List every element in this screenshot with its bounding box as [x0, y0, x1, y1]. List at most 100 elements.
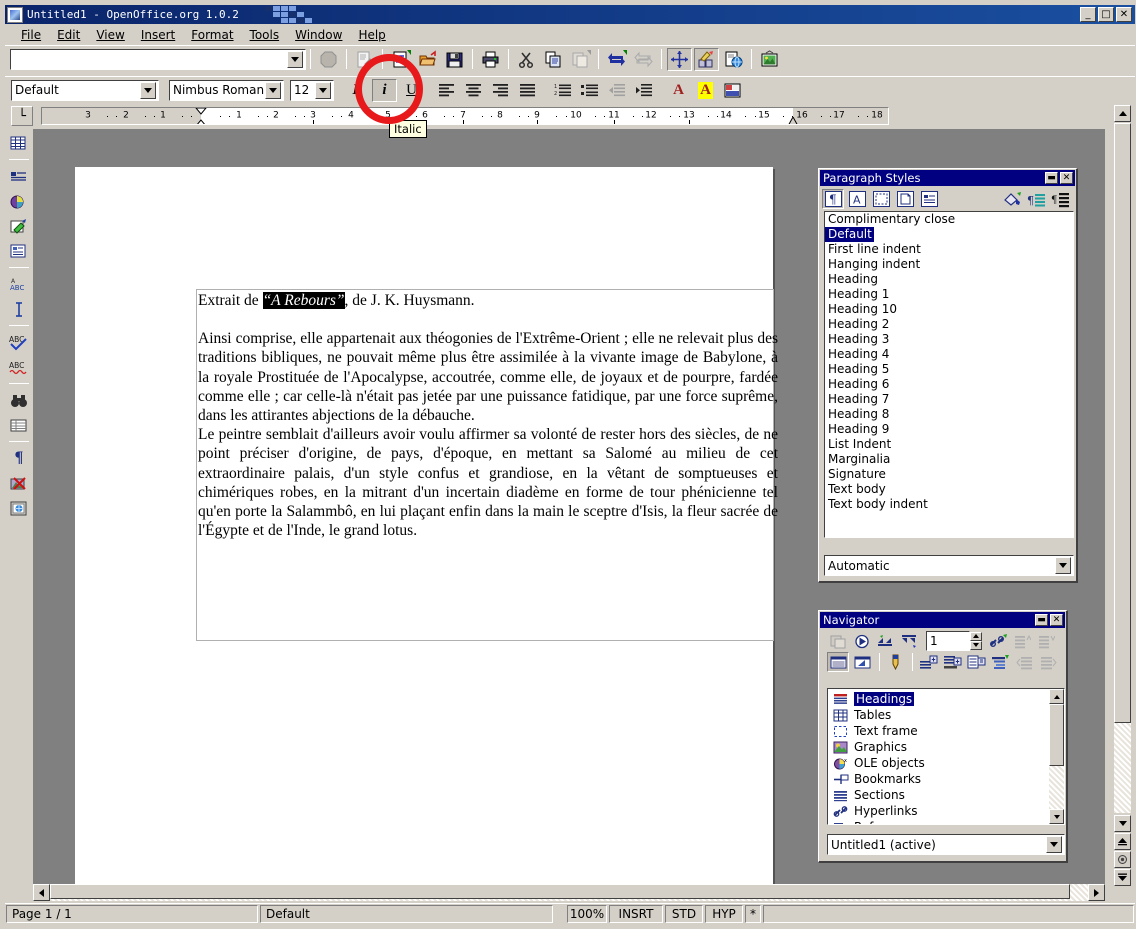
indent-marker-right[interactable]: [787, 117, 799, 125]
page-number-field[interactable]: 1: [926, 631, 970, 651]
stylist-filter-combobox[interactable]: Automatic: [824, 555, 1074, 576]
next-page-button[interactable]: [1114, 869, 1131, 886]
stylist-filter-value[interactable]: Automatic: [828, 559, 1055, 573]
vertical-scroll-thumb[interactable]: [1114, 123, 1131, 723]
online-layout-button[interactable]: [7, 496, 32, 520]
stylist-toggle-button[interactable]: [694, 47, 719, 71]
document-page[interactable]: Extrait de “A Rebours”, de J. K. Huysman…: [75, 167, 778, 884]
navigator-content-list[interactable]: Headings Tables Text frame Graphics x OLE obj…: [827, 688, 1065, 825]
navigator-list-scrollbar[interactable]: [1049, 689, 1064, 824]
stylist-list-item[interactable]: Heading 4: [825, 347, 1073, 362]
promote-chapter-button[interactable]: [1011, 631, 1033, 651]
frame-styles-button[interactable]: [870, 189, 892, 209]
paragraph-style-combobox[interactable]: Default: [11, 79, 159, 101]
stylist-list-item[interactable]: Marginalia: [825, 452, 1073, 467]
redo-button[interactable]: [631, 48, 656, 71]
decrease-indent-button[interactable]: [604, 79, 629, 102]
print-file-button[interactable]: [478, 48, 503, 71]
page-styles-button[interactable]: [894, 189, 916, 209]
document-text[interactable]: Extrait de “A Rebours”, de J. K. Huysman…: [198, 291, 778, 540]
horizontal-scrollbar[interactable]: [33, 884, 1105, 901]
background-color-button[interactable]: [720, 79, 745, 102]
stylist-list-item[interactable]: Heading 9: [825, 422, 1073, 437]
menu-edit[interactable]: Edit: [49, 26, 88, 44]
autospellcheck-button[interactable]: ABC: [7, 355, 32, 379]
navigator-list-scroll-thumb[interactable]: [1049, 704, 1064, 766]
navigator-toggle-button[interactable]: [667, 47, 692, 71]
stylist-list-item[interactable]: Text body: [825, 482, 1073, 497]
hyperlink-bar-button[interactable]: [721, 48, 746, 71]
stylist-list-item[interactable]: Complimentary close: [825, 212, 1073, 227]
navigator-panel[interactable]: Navigator ▬ ✕ 1 Headings Tables Text fra…: [818, 610, 1068, 863]
stylist-title-bar[interactable]: Paragraph Styles ▬ ✕: [820, 170, 1075, 186]
navigator-list-item[interactable]: Text frame: [828, 723, 1048, 739]
navigator-list-item[interactable]: Bookmarks: [828, 771, 1048, 787]
status-selection-mode[interactable]: STD: [665, 905, 703, 923]
spellcheck-button[interactable]: ABC: [7, 330, 32, 354]
nonprinting-characters-button[interactable]: ¶: [7, 446, 32, 470]
stylist-list-item[interactable]: Heading 8: [825, 407, 1073, 422]
stylist-list-item[interactable]: List Indent: [825, 437, 1073, 452]
stylist-list-item[interactable]: Heading: [825, 272, 1073, 287]
undo-button[interactable]: [604, 48, 629, 71]
previous-page-button[interactable]: [1114, 833, 1131, 850]
font-size-dropdown-arrow[interactable]: [315, 81, 331, 99]
navigator-document-value[interactable]: Untitled1 (active): [831, 838, 1046, 852]
menu-view[interactable]: View: [88, 26, 132, 44]
heading-levels-shown-button[interactable]: [941, 652, 963, 672]
menu-file[interactable]: File: [13, 26, 49, 44]
page-number-down-button[interactable]: [970, 640, 982, 650]
insert-table-button[interactable]: [7, 131, 32, 155]
stylist-list[interactable]: Complimentary close Default First line ind…: [824, 211, 1074, 538]
minimize-button[interactable]: _: [1080, 7, 1096, 22]
edit-file-button[interactable]: [352, 48, 377, 71]
navigator-list-scroll-up[interactable]: [1049, 689, 1064, 704]
new-document-button[interactable]: [388, 48, 413, 71]
next-object-button[interactable]: [899, 631, 921, 651]
stylist-minimize-button[interactable]: ▬: [1045, 172, 1058, 184]
navigator-list-item[interactable]: Graphics: [828, 739, 1048, 755]
stylist-filter-dropdown-arrow[interactable]: [1055, 557, 1071, 574]
graphics-on-off-button[interactable]: [7, 471, 32, 495]
fill-format-mode-button[interactable]: [1001, 189, 1023, 209]
page-number-spinner[interactable]: [970, 631, 982, 651]
stylist-list-item[interactable]: Heading 5: [825, 362, 1073, 377]
status-insert-mode[interactable]: INSRT: [609, 905, 663, 923]
stylist-close-button[interactable]: ✕: [1060, 172, 1073, 184]
update-style-button[interactable]: ¶: [1049, 189, 1071, 209]
underline-button[interactable]: U: [399, 79, 424, 102]
autotext-button[interactable]: A ABC: [7, 272, 32, 296]
paragraph-style-dropdown-arrow[interactable]: [140, 81, 156, 99]
url-combobox[interactable]: [10, 48, 306, 70]
paste-button[interactable]: [568, 48, 593, 71]
scroll-right-button[interactable]: [1088, 884, 1105, 901]
save-document-button[interactable]: [442, 48, 467, 71]
menu-format[interactable]: Format: [183, 26, 241, 44]
navigator-list-item[interactable]: Hyperlinks: [828, 803, 1048, 819]
status-page-style[interactable]: Default: [260, 905, 553, 923]
form-button[interactable]: [7, 239, 32, 263]
scroll-down-button[interactable]: [1114, 815, 1131, 832]
vertical-scrollbar[interactable]: [1114, 105, 1131, 886]
maximize-button[interactable]: □: [1098, 7, 1114, 22]
stop-loading-button[interactable]: [316, 48, 341, 71]
selected-text[interactable]: “A Rebours”: [262, 292, 345, 309]
new-style-from-selection-button[interactable]: ¶: [1025, 189, 1047, 209]
stylist-list-item[interactable]: Hanging indent: [825, 257, 1073, 272]
font-size-value[interactable]: 12: [294, 83, 315, 97]
direct-cursor-button[interactable]: [7, 297, 32, 321]
font-size-combobox[interactable]: 12: [290, 79, 334, 101]
increase-indent-button[interactable]: [631, 79, 656, 102]
drag-mode-button[interactable]: [987, 631, 1009, 651]
stylist-list-item[interactable]: Heading 6: [825, 377, 1073, 392]
header-footer-button[interactable]: [884, 652, 906, 672]
navigator-minimize-button[interactable]: ▬: [1035, 614, 1048, 626]
gallery-button[interactable]: [757, 48, 782, 71]
set-reminder-button[interactable]: [851, 652, 873, 672]
toggle-master-view-button[interactable]: [827, 631, 849, 651]
show-draw-functions-button[interactable]: [7, 214, 32, 238]
highlighting-button[interactable]: A: [693, 79, 718, 102]
menu-window[interactable]: Window: [287, 26, 350, 44]
menu-help[interactable]: Help: [350, 26, 393, 44]
numbering-styles-button[interactable]: [918, 189, 940, 209]
